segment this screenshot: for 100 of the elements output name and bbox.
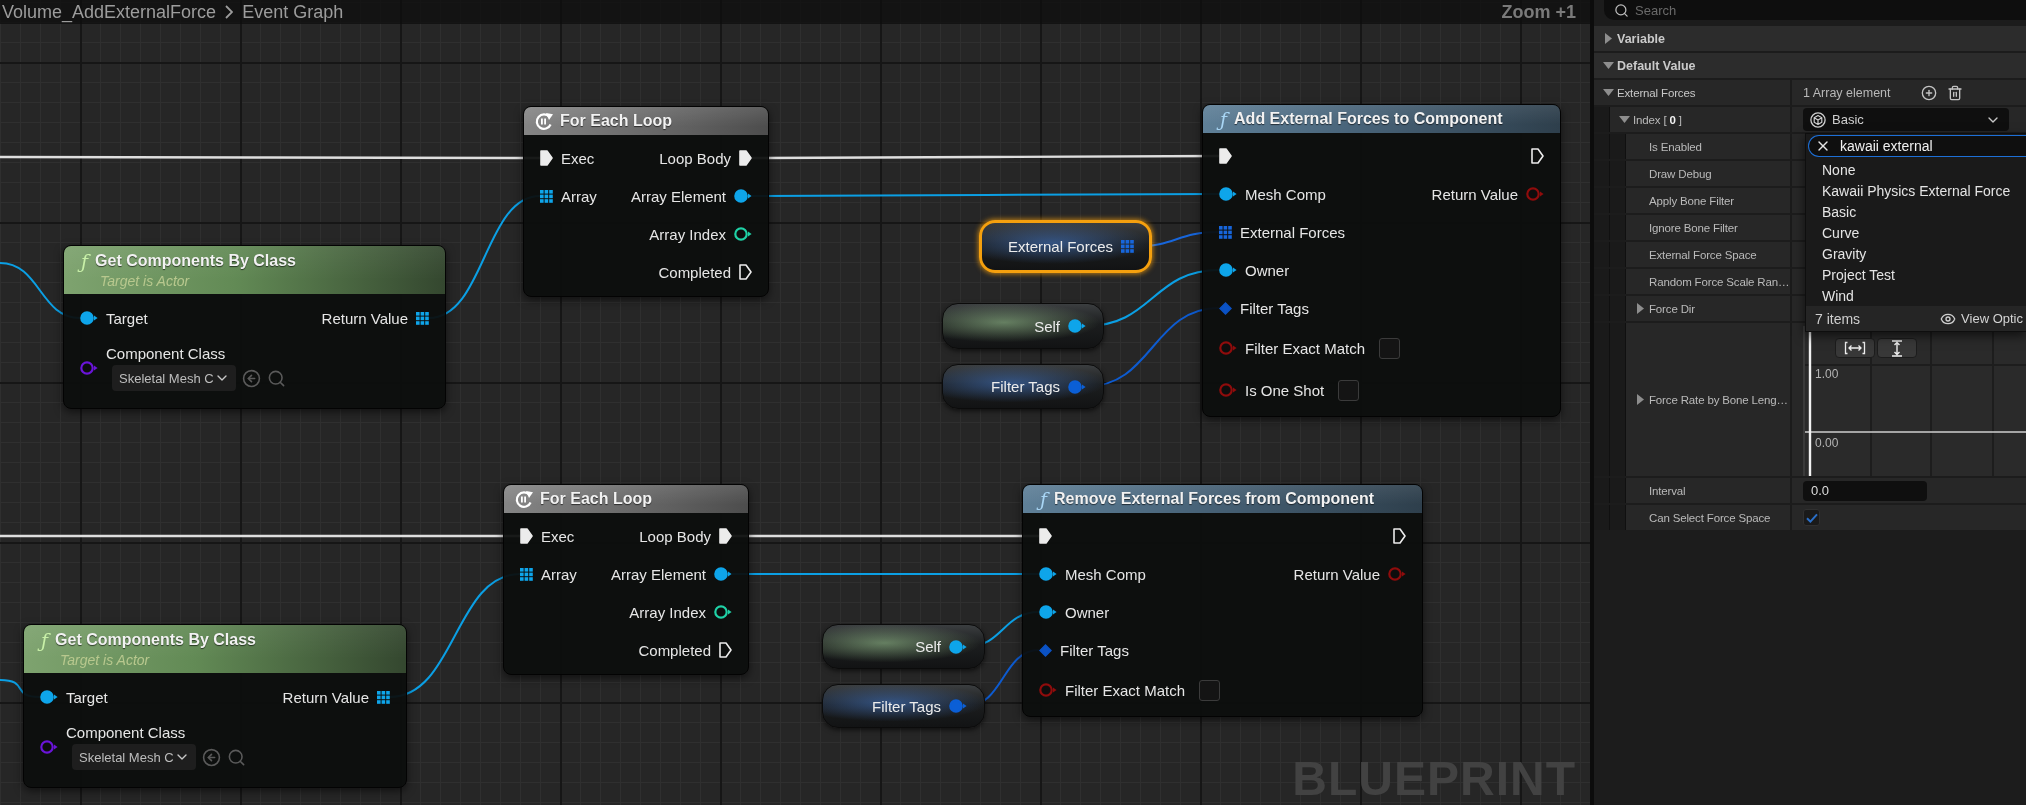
variable-node[interactable]: Filter Tags — [822, 684, 985, 728]
diamond-pin-icon[interactable] — [1039, 643, 1052, 657]
exec-pin-icon[interactable] — [1219, 148, 1232, 164]
pin-label: Return Value — [321, 309, 408, 327]
view-options-button[interactable]: View Optic — [1940, 310, 2023, 327]
exec-pin-icon[interactable] — [520, 528, 533, 544]
menu-item[interactable]: Project Test — [1806, 264, 2026, 285]
search-field[interactable]: Search — [1604, 0, 2026, 20]
disclosure-triangle-icon[interactable] — [1605, 33, 1612, 44]
axis-label: 0.00 — [1815, 436, 1839, 450]
variable-node[interactable]: Self — [942, 303, 1104, 349]
variable-node[interactable]: External Forces — [979, 220, 1152, 273]
plus-circle-icon[interactable] — [1921, 84, 1937, 101]
pin-label: Completed — [638, 641, 711, 659]
blueprint-node[interactable]: ƒ Get Components By Class Target is Actor Target Return Value Component Class Skeletal Mesh C — [23, 624, 407, 788]
type-dropdown[interactable]: Basic — [1803, 108, 2009, 131]
exec-pin-icon[interactable] — [1039, 528, 1052, 544]
fit-vertical-button[interactable] — [1877, 338, 1917, 358]
circle-pin-icon[interactable] — [1219, 187, 1237, 201]
grid-pin-icon[interactable] — [1219, 225, 1232, 239]
circle-pin-icon[interactable] — [40, 690, 58, 704]
pin-label: Completed — [658, 263, 731, 281]
pin-label: Exec — [541, 527, 575, 545]
node-title: For Each Loop — [560, 112, 672, 130]
trash-icon[interactable] — [1947, 84, 1963, 101]
exec-pin-icon[interactable] — [739, 264, 752, 280]
property-label: Ignore Bone Filter — [1649, 221, 1738, 234]
indent-guide — [1594, 107, 1610, 132]
number-field[interactable]: 0.0 — [1803, 480, 1927, 501]
checkbox[interactable] — [1803, 509, 1820, 526]
variable-node[interactable]: Filter Tags — [942, 364, 1104, 409]
property-label: External Force Space — [1649, 248, 1757, 261]
exec-pin-icon[interactable] — [719, 642, 732, 658]
property-label: Force Dir — [1649, 302, 1695, 315]
circle-pin-icon[interactable] — [1068, 319, 1086, 333]
checkbox[interactable] — [1199, 679, 1221, 701]
grid-pin-icon[interactable] — [416, 311, 429, 325]
exec-pin-icon[interactable] — [1393, 528, 1406, 544]
property-label: Index [ 0 ] — [1633, 113, 1682, 126]
breadcrumb-item[interactable]: Event Graph — [242, 1, 344, 23]
disclosure-triangle-icon[interactable] — [1603, 62, 1614, 69]
disclosure-triangle-icon[interactable] — [1619, 116, 1630, 123]
checkbox[interactable] — [1338, 379, 1360, 401]
grid-pin-icon[interactable] — [377, 690, 390, 704]
curve-editor[interactable]: 1.00 0.00 — [1803, 326, 2026, 476]
value-text: 1 Array element — [1803, 85, 1892, 100]
circle-pin-icon[interactable] — [949, 639, 967, 654]
property-label: Random Force Scale Ran… — [1649, 275, 1790, 288]
property-label: Force Rate by Bone Leng… — [1649, 393, 1788, 406]
circle-pin-icon[interactable] — [1039, 605, 1057, 619]
circle-pin-icon[interactable] — [734, 227, 752, 241]
vertical-arrows-icon — [1891, 339, 1903, 357]
checkbox[interactable] — [1379, 337, 1401, 359]
circle-pin-icon[interactable] — [714, 567, 732, 581]
exec-pin-icon[interactable] — [540, 150, 553, 166]
blueprint-node[interactable]: ƒ Remove External Forces from Component Mesh Comp Return Value Owner Filter Tags Filter Exact Match — [1022, 484, 1423, 717]
circle-pin-icon[interactable] — [1219, 263, 1237, 277]
class-dropdown[interactable]: Skeletal Mesh C — [72, 744, 196, 770]
exec-pin-icon[interactable] — [739, 150, 752, 166]
menu-item[interactable]: Gravity — [1806, 243, 2026, 264]
grid-pin-icon[interactable] — [520, 567, 533, 581]
pin-label: Return Value — [1293, 565, 1380, 583]
category-header[interactable]: Variable — [1594, 26, 2026, 51]
zoom-level-label: Zoom +1 — [1501, 1, 1576, 23]
menu-item[interactable]: Curve — [1806, 222, 2026, 243]
menu-item[interactable]: Basic — [1806, 201, 2026, 222]
arrow-left-circle-icon[interactable] — [242, 368, 261, 388]
loop-icon — [514, 489, 534, 509]
exec-pin-icon[interactable] — [719, 528, 732, 544]
fit-horizontal-button[interactable] — [1835, 338, 1875, 358]
variable-node[interactable]: Self — [822, 624, 985, 669]
circle-pin-icon[interactable] — [734, 189, 752, 203]
search-icon[interactable] — [267, 368, 286, 388]
pin-label: Filter Tags — [1060, 641, 1129, 659]
pin-label: Loop Body — [659, 149, 731, 167]
blueprint-node[interactable]: ƒ Get Components By Class Target is Actor Target Return Value Component Class Skeletal Mesh C — [63, 245, 446, 409]
pin-label: Filter Tags — [1240, 299, 1309, 317]
grid-pin-icon[interactable] — [540, 189, 553, 203]
disclosure-triangle-icon[interactable] — [1603, 89, 1614, 96]
blueprint-node[interactable]: For Each Loop Exec Loop Body Array Array Element Array Index Completed — [523, 106, 769, 297]
search-field[interactable]: kawaii external — [1808, 135, 2026, 157]
chevron-right-icon — [225, 5, 234, 19]
circle-pin-icon[interactable] — [714, 605, 732, 619]
arrow-left-circle-icon[interactable] — [202, 747, 221, 767]
breadcrumb-item[interactable]: Volume_AddExternalForce — [2, 1, 217, 23]
menu-item[interactable]: Kawaii Physics External Force — [1806, 180, 2026, 201]
menu-item[interactable]: Wind — [1806, 285, 2026, 306]
diamond-pin-icon[interactable] — [1219, 301, 1232, 315]
circle-pin-icon[interactable] — [1039, 567, 1057, 581]
disclosure-triangle-icon[interactable] — [1637, 303, 1644, 314]
circle-pin-icon[interactable] — [80, 311, 98, 325]
blueprint-node[interactable]: ƒ Add External Forces to Component Mesh Comp Return Value External Forces Owner Filter Tags Filter Exact Match Is One Shot — [1202, 104, 1561, 417]
disclosure-triangle-icon[interactable] — [1637, 394, 1644, 405]
exec-pin-icon[interactable] — [1531, 148, 1544, 164]
category-header[interactable]: Default Value — [1594, 53, 2026, 78]
property-label: Interval — [1649, 484, 1686, 497]
blueprint-node[interactable]: For Each Loop Exec Loop Body Array Array Element Array Index Completed — [503, 484, 749, 675]
class-dropdown[interactable]: Skeletal Mesh C — [112, 365, 236, 391]
search-icon[interactable] — [227, 747, 246, 767]
menu-item[interactable]: None — [1806, 159, 2026, 180]
